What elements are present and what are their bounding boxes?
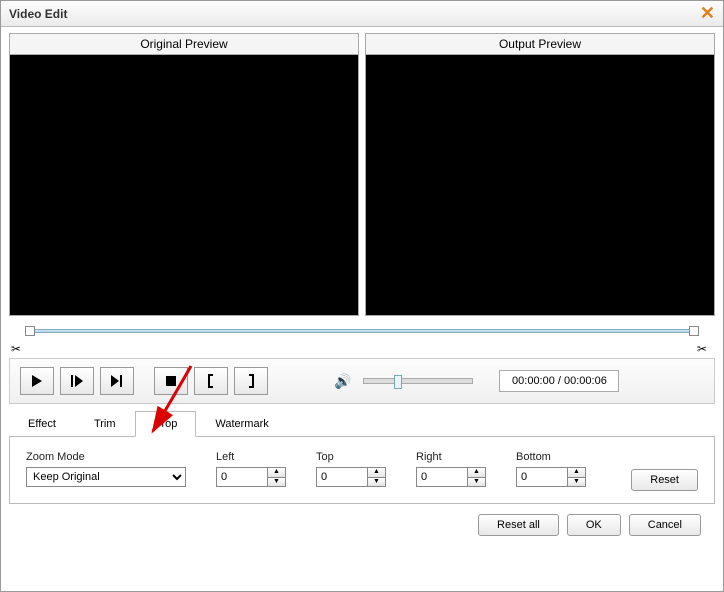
close-icon[interactable]: ✕ (700, 3, 715, 24)
trim-handle-left[interactable] (25, 326, 35, 336)
chevron-up-icon[interactable]: ▲ (268, 468, 285, 478)
output-preview-panel: Output Preview (365, 33, 715, 316)
right-input[interactable] (417, 468, 467, 486)
bottom-input[interactable] (517, 468, 567, 486)
next-button[interactable] (100, 367, 134, 395)
top-label: Top (316, 451, 386, 463)
volume-slider[interactable] (363, 378, 473, 384)
ok-button[interactable]: OK (567, 514, 621, 536)
chevron-up-icon[interactable]: ▲ (568, 468, 585, 478)
playback-controls: 🔊 00:00:00 / 00:00:06 (9, 358, 715, 404)
left-input[interactable] (217, 468, 267, 486)
scissors-left-icon[interactable]: ✂ (11, 342, 27, 358)
bottom-spinner[interactable]: ▲▼ (516, 467, 586, 487)
bottom-label: Bottom (516, 451, 586, 463)
titlebar: Video Edit ✕ (1, 1, 723, 27)
bracket-start-button[interactable] (194, 367, 228, 395)
play-button[interactable] (20, 367, 54, 395)
tab-trim[interactable]: Trim (75, 411, 135, 437)
window-title: Video Edit (9, 7, 67, 21)
stop-button[interactable] (154, 367, 188, 395)
chevron-up-icon[interactable]: ▲ (368, 468, 385, 478)
left-spinner[interactable]: ▲▼ (216, 467, 286, 487)
output-preview-label: Output Preview (366, 34, 714, 55)
tab-effect[interactable]: Effect (9, 411, 75, 437)
top-input[interactable] (317, 468, 367, 486)
chevron-down-icon[interactable]: ▼ (268, 478, 285, 487)
chevron-down-icon[interactable]: ▼ (568, 478, 585, 487)
video-edit-window: Video Edit ✕ Original Preview Output Pre… (0, 0, 724, 592)
left-label: Left (216, 451, 286, 463)
original-preview-panel: Original Preview (9, 33, 359, 316)
chevron-up-icon[interactable]: ▲ (468, 468, 485, 478)
chevron-down-icon[interactable]: ▼ (468, 478, 485, 487)
right-spinner[interactable]: ▲▼ (416, 467, 486, 487)
tab-bar: Effect Trim Crop Watermark (9, 410, 715, 437)
reset-button[interactable]: Reset (631, 469, 698, 491)
scissors-right-icon[interactable]: ✂ (697, 342, 713, 358)
original-preview-video[interactable] (10, 55, 358, 315)
reset-all-button[interactable]: Reset all (478, 514, 559, 536)
zoom-mode-select[interactable]: Keep Original (26, 467, 186, 487)
crop-panel: Zoom Mode Keep Original Left ▲▼ Top (9, 437, 715, 504)
top-spinner[interactable]: ▲▼ (316, 467, 386, 487)
chevron-down-icon[interactable]: ▼ (368, 478, 385, 487)
zoom-mode-label: Zoom Mode (26, 451, 186, 463)
trim-handle-right[interactable] (689, 326, 699, 336)
step-button[interactable] (60, 367, 94, 395)
volume-icon[interactable]: 🔊 (334, 373, 351, 390)
bracket-end-button[interactable] (234, 367, 268, 395)
tab-crop[interactable]: Crop (135, 411, 197, 437)
output-preview-video[interactable] (366, 55, 714, 315)
cancel-button[interactable]: Cancel (629, 514, 701, 536)
dialog-buttons: Reset all OK Cancel (9, 504, 715, 536)
original-preview-label: Original Preview (10, 34, 358, 55)
tab-watermark[interactable]: Watermark (196, 411, 287, 437)
time-display: 00:00:00 / 00:00:06 (499, 370, 619, 392)
right-label: Right (416, 451, 486, 463)
trim-slider[interactable]: ✂ ✂ (11, 324, 713, 338)
